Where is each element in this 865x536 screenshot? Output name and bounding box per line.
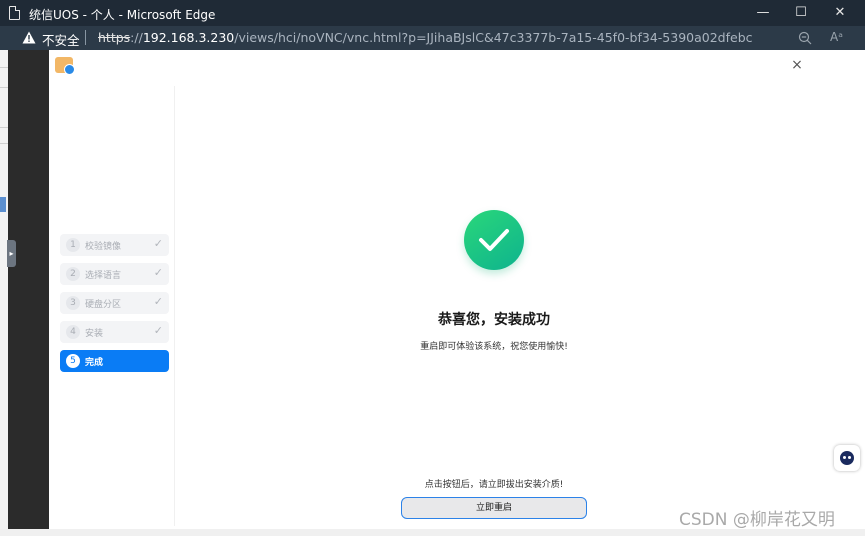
background-page-bottom	[0, 529, 865, 536]
step-select-language: 2 选择语言 ✓	[60, 263, 169, 285]
dialog-close-button[interactable]: ×	[790, 57, 804, 73]
vnc-sidebar-handle[interactable]: ▸	[7, 240, 16, 267]
remove-media-hint: 点击按钮后，请立即拔出安装介质!	[424, 480, 564, 490]
step-install: 4 安装 ✓	[60, 321, 169, 343]
url-text[interactable]: https://192.168.3.230/views/hci/noVNC/vn…	[98, 30, 753, 45]
step-verify-image: 1 校验镜像 ✓	[60, 234, 169, 256]
step-number: 5	[66, 354, 80, 368]
browser-titlebar: 统信UOS - 个人 - Microsoft Edge — ☐ ✕	[0, 0, 865, 26]
address-separator	[85, 30, 86, 45]
check-icon: ✓	[153, 237, 163, 250]
step-label: 安装	[85, 329, 104, 339]
installer-app-icon	[55, 57, 75, 75]
minimize-button[interactable]: —	[744, 0, 782, 26]
check-icon: ✓	[153, 266, 163, 279]
page-icon	[9, 6, 20, 20]
maximize-button[interactable]: ☐	[782, 0, 820, 26]
step-number: 3	[66, 296, 80, 310]
step-label: 选择语言	[85, 271, 122, 281]
step-number: 1	[66, 238, 80, 252]
installer-dialog: × 1 校验镜像 ✓ 2 选择语言 ✓ 3 硬盘分区 ✓ 4 安装 ✓ 5 完成…	[49, 50, 818, 529]
close-window-button[interactable]: ✕	[821, 0, 859, 26]
assistant-chat-icon[interactable]	[834, 445, 860, 471]
security-status[interactable]: 不安全	[42, 30, 80, 49]
step-label: 校验镜像	[85, 242, 122, 252]
window-title: 统信UOS - 个人 - Microsoft Edge	[29, 8, 216, 22]
url-scheme-separator: ://	[130, 30, 143, 45]
step-label: 硬盘分区	[85, 300, 122, 310]
address-bar[interactable]: 不安全 https://192.168.3.230/views/hci/noVN…	[0, 26, 865, 50]
success-subtext: 重启即可体验该系统，祝您使用愉快!	[420, 342, 568, 352]
check-icon: ✓	[153, 324, 163, 337]
url-host: 192.168.3.230	[142, 30, 235, 45]
step-number: 2	[66, 267, 80, 281]
dialog-header: ×	[49, 50, 818, 82]
url-scheme: https	[98, 30, 131, 45]
step-label: 完成	[85, 358, 104, 368]
read-aloud-icon[interactable]: Aᵃ	[830, 30, 843, 44]
finish-content: 恭喜您，安装成功 重启即可体验该系统，祝您使用愉快! 点击按钮后，请立即拔出安装…	[176, 86, 812, 526]
background-page-left	[0, 50, 8, 536]
step-finish: 5 完成	[60, 350, 169, 372]
reboot-now-button[interactable]: 立即重启	[401, 497, 587, 519]
url-path: /views/hci/noVNC/vnc.html?p=JJihaBJslC&4…	[234, 30, 753, 45]
step-disk-partition: 3 硬盘分区 ✓	[60, 292, 169, 314]
warning-icon	[22, 31, 36, 44]
zoom-out-icon[interactable]	[798, 31, 812, 45]
step-number: 4	[66, 325, 80, 339]
watermark: CSDN @柳岸花又明	[679, 510, 835, 530]
dialog-body: 1 校验镜像 ✓ 2 选择语言 ✓ 3 硬盘分区 ✓ 4 安装 ✓ 5 完成 恭…	[55, 86, 812, 526]
steps-sidebar: 1 校验镜像 ✓ 2 选择语言 ✓ 3 硬盘分区 ✓ 4 安装 ✓ 5 完成	[55, 86, 175, 526]
success-heading: 恭喜您，安装成功	[438, 312, 550, 328]
success-check-icon	[464, 210, 524, 270]
check-icon: ✓	[153, 295, 163, 308]
